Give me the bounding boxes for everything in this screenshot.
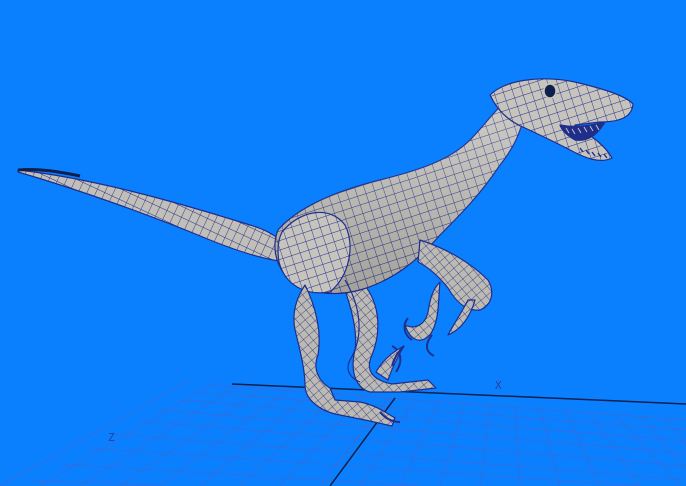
ground-grid <box>0 379 686 486</box>
x-axis-line <box>231 383 686 405</box>
axis-z-label: Z <box>108 431 115 444</box>
raptor-tail <box>17 169 293 263</box>
raptor-eye <box>543 83 557 99</box>
raptor-hand <box>404 281 441 341</box>
axis-x-label: X <box>495 379 502 392</box>
3d-viewport[interactable]: X Z <box>0 0 686 486</box>
viewport-canvas[interactable] <box>0 0 686 486</box>
raptor-thigh <box>277 211 351 294</box>
raptor-wireframe-model[interactable] <box>17 78 634 427</box>
raptor-arm <box>417 239 493 311</box>
raptor-near-leg <box>293 284 396 427</box>
